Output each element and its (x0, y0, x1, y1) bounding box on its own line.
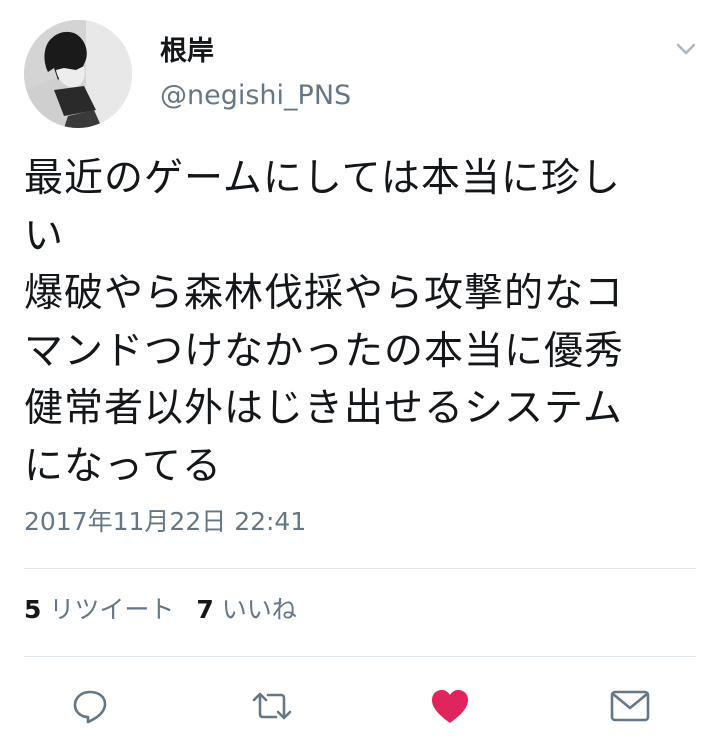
retweet-button[interactable] (250, 684, 294, 728)
avatar-illustration (24, 20, 132, 128)
divider (24, 568, 696, 569)
tweet-stats: 5 リツイート 7 いいね (24, 592, 297, 628)
divider (24, 656, 696, 657)
chevron-down-icon[interactable] (668, 34, 704, 64)
like-label: いいね (221, 595, 297, 624)
user-handle[interactable]: @negishi_PNS (160, 78, 351, 114)
reply-icon (73, 690, 107, 724)
retweet-label: リツイート (49, 595, 175, 624)
retweet-stat[interactable]: 5 リツイート (24, 595, 174, 624)
tweet-timestamp: 2017年11月22日 22:41 (24, 507, 307, 536)
like-count: 7 (196, 595, 214, 624)
retweet-count: 5 (24, 595, 42, 624)
reply-button[interactable] (68, 684, 112, 728)
retweet-icon (252, 692, 292, 720)
tweet-text: 最近のゲームにしては本当に珍し い 爆破やら森林伐採やら攻撃的なコ マンドつけな… (24, 150, 704, 495)
heart-icon (432, 690, 468, 723)
tweet-line: になってる (24, 443, 223, 489)
envelope-icon (610, 690, 650, 722)
avatar[interactable] (24, 20, 132, 128)
like-button[interactable] (428, 684, 472, 728)
display-name[interactable]: 根岸 (160, 34, 214, 70)
tweet-line: マンドつけなかったの本当に優秀 (24, 328, 625, 374)
direct-message-button[interactable] (608, 684, 652, 728)
tweet-line: 健常者以外はじき出せるシステム (24, 386, 623, 431)
tweet-line: い (24, 213, 65, 259)
tweet-line: 爆破やら森林伐採やら攻撃的なコ (24, 271, 625, 316)
like-stat[interactable]: 7 いいね (196, 595, 296, 624)
tweet-line: 最近のゲームにしては本当に珍し (24, 156, 621, 201)
